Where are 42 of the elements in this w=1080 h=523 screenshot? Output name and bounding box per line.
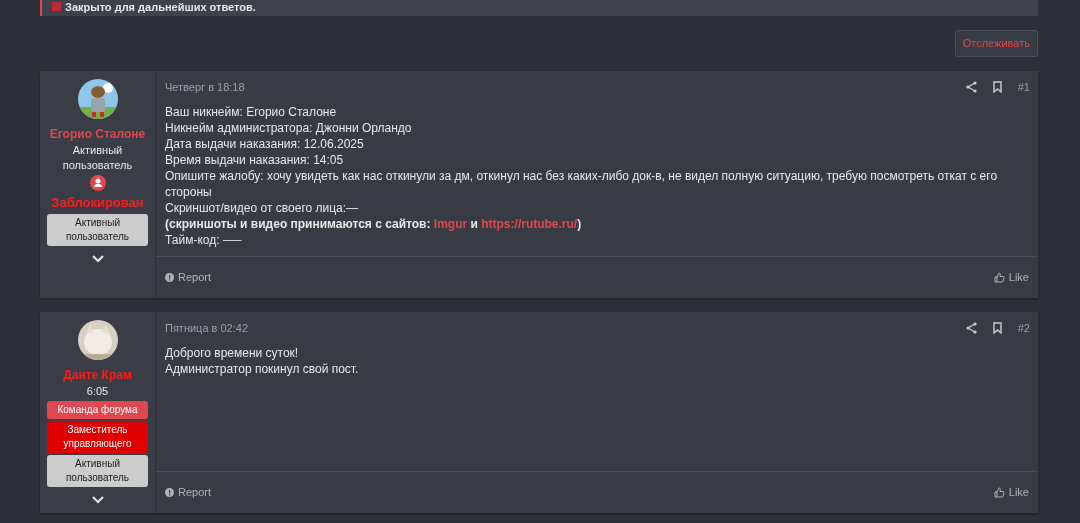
report-link[interactable]: Report: [165, 269, 212, 286]
username[interactable]: Егорио Сталоне: [49, 124, 146, 143]
status-text: Заблокирован: [51, 193, 144, 212]
link[interactable]: https://rutube.ru/: [481, 217, 578, 231]
watch-button[interactable]: Отслеживать: [954, 30, 1038, 57]
thumbs-up-icon: [993, 486, 1005, 498]
thumbs-up-icon: [993, 271, 1005, 283]
username[interactable]: Данте Крам: [63, 365, 132, 384]
share-icon[interactable]: [965, 80, 977, 93]
post-number[interactable]: #1: [1017, 78, 1030, 95]
chevron-down-icon[interactable]: [90, 494, 105, 505]
user-banner: Заместитель управляющего: [47, 420, 148, 453]
user-banner: Команда форума: [47, 400, 148, 419]
post-text: Дата выдачи наказания: 12.06.2025: [165, 136, 365, 152]
share-icon[interactable]: [965, 321, 977, 334]
notice-text: Закрыто для дальнейших ответов.: [65, 1, 256, 13]
post-number[interactable]: #2: [1017, 319, 1030, 336]
post-text: Скриншот/видео от своего лица:—: [165, 200, 360, 216]
chevron-down-icon[interactable]: [90, 254, 105, 264]
report-link[interactable]: Report: [165, 484, 212, 501]
user-banner: Активный пользователь: [47, 214, 148, 246]
bookmark-icon[interactable]: [992, 321, 1002, 334]
post-date[interactable]: Четверг в 18:18: [165, 78, 245, 95]
like-link[interactable]: Like: [993, 484, 1029, 501]
like-link[interactable]: Like: [993, 269, 1029, 286]
user-icon: [89, 174, 106, 191]
user-title: 6:05: [86, 383, 109, 399]
link[interactable]: Imgur: [433, 217, 468, 231]
post-text: Время выдачи наказания: 14:05: [165, 152, 345, 168]
post-text: Опишите жалобу: хочу увидеть как нас откинули за дм, откинул нас без каких-либо док-в, не видел полную ситуацию, требую посмотреть откат с его стороны: [165, 168, 999, 200]
warning-icon: [165, 487, 174, 497]
post-text: Ваш никнейм: Егорио Сталоне: [165, 104, 338, 120]
post-text: Тайм-код: —–: [165, 232, 243, 248]
post-date[interactable]: Пятница в 02:42: [165, 319, 249, 336]
post-text: Доброго времени суток!: [165, 345, 300, 361]
warning-icon: [165, 272, 174, 282]
post-text: Администратор покинул свой пост.: [165, 361, 360, 377]
bookmark-icon[interactable]: [992, 80, 1002, 93]
post-text: Никнейм администратора: Джонни Орландо: [165, 120, 413, 136]
post-text: (скриншоты и видео принимаются с сайтов: Imgur и https://rutube.ru/): [165, 216, 583, 232]
user-title: Активный пользователь: [61, 142, 134, 173]
user-banner: Активный пользователь: [47, 454, 148, 487]
